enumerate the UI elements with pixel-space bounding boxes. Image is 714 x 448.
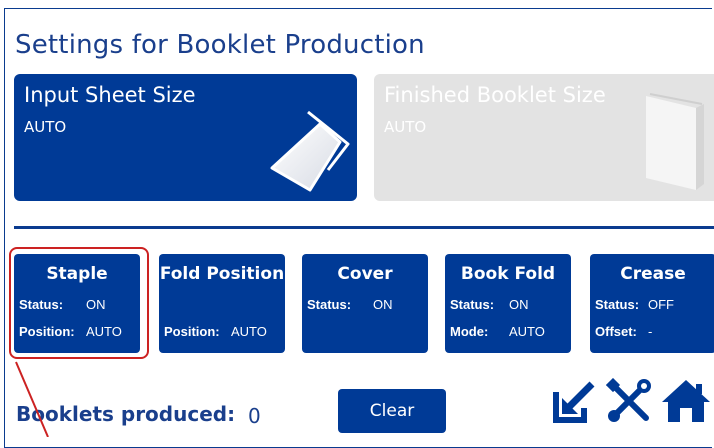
- fold-position-label: Position:: [164, 324, 220, 339]
- book-fold-mode-label: Mode:: [450, 324, 489, 339]
- booklet-icon: [646, 93, 704, 190]
- book-fold-status-value: ON: [509, 297, 529, 312]
- fold-position-tile[interactable]: Fold Position Position: AUTO: [159, 254, 285, 353]
- booklets-produced-label: Booklets produced:: [16, 402, 236, 426]
- crease-tile[interactable]: Crease Status: OFF Offset: -: [590, 254, 714, 353]
- booklets-produced-count: 0: [248, 404, 261, 428]
- cover-title: Cover: [337, 264, 393, 284]
- crease-offset-row: Offset: -: [595, 324, 652, 339]
- crease-title: Crease: [620, 264, 686, 284]
- book-fold-status-row: Status: ON: [450, 297, 529, 312]
- input-sheet-size-card[interactable]: Input Sheet Size AUTO: [14, 74, 357, 201]
- sheet-icon: [270, 110, 350, 192]
- finished-booklet-size-card: Finished Booklet Size AUTO: [374, 74, 714, 201]
- page-title: Settings for Booklet Production: [15, 30, 425, 60]
- book-fold-title: Book Fold: [460, 264, 556, 284]
- book-fold-mode-value: AUTO: [509, 324, 545, 339]
- cover-status-value: ON: [373, 297, 393, 312]
- book-fold-status-label: Status:: [450, 297, 495, 312]
- crease-status-value: OFF: [648, 297, 674, 312]
- fold-position-title: Fold Position: [159, 264, 285, 284]
- cover-status-label: Status:: [307, 297, 352, 312]
- fold-position-value: AUTO: [231, 324, 267, 339]
- cover-status-row: Status: ON: [307, 297, 393, 312]
- crease-status-label: Status:: [595, 297, 640, 312]
- crease-status-row: Status: OFF: [595, 297, 674, 312]
- crease-offset-value: -: [648, 324, 653, 339]
- book-fold-tile[interactable]: Book Fold Status: ON Mode: AUTO: [445, 254, 571, 353]
- staple-highlight-box: [9, 247, 149, 359]
- cover-tile[interactable]: Cover Status: ON: [302, 254, 428, 353]
- export-icon[interactable]: [552, 378, 598, 424]
- home-icon[interactable]: [660, 378, 712, 424]
- fold-position-row: Position: AUTO: [164, 324, 267, 339]
- book-fold-mode-row: Mode: AUTO: [450, 324, 545, 339]
- section-divider: [14, 226, 714, 229]
- tools-icon[interactable]: [606, 378, 652, 424]
- clear-button[interactable]: Clear: [338, 389, 446, 433]
- crease-offset-label: Offset:: [595, 324, 637, 339]
